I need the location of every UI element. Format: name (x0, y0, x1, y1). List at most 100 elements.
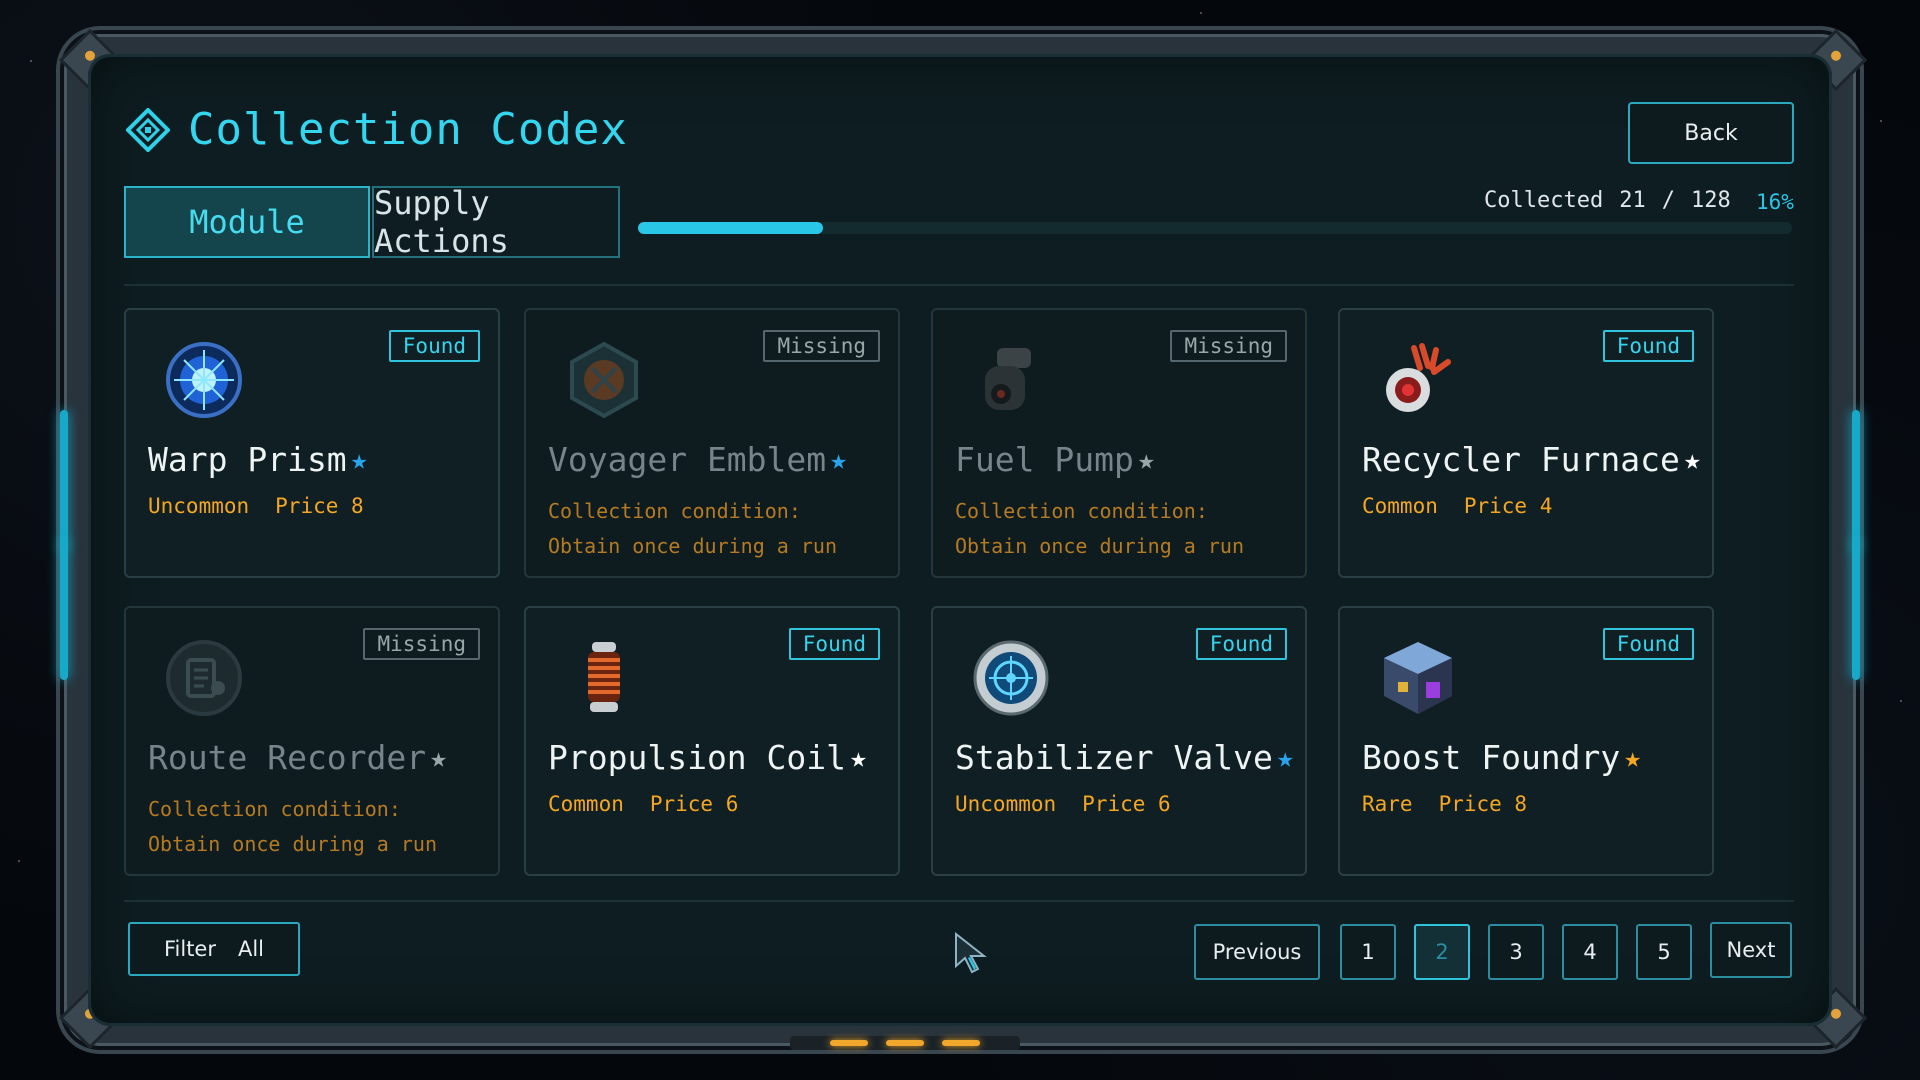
filter-value: All (237, 937, 265, 961)
mouse-cursor-icon (955, 932, 987, 974)
status-badge: Found (388, 330, 480, 362)
item-rarity: Uncommon (148, 494, 250, 518)
item-price: Price 6 (1082, 792, 1171, 816)
filter-label: Filter (163, 937, 216, 961)
item-name: Fuel Pump ★ (955, 440, 1155, 479)
item-name: Route Recorder ★ (148, 738, 447, 777)
side-light (60, 540, 68, 680)
page-button-1[interactable]: 1 (1340, 924, 1396, 980)
header-divider (124, 284, 1794, 286)
item-meta: Common Price 6 (548, 792, 738, 816)
item-name: Boost Foundry ★ (1362, 738, 1641, 777)
star-decoration (1200, 12, 1202, 14)
collection-condition: Collection condition: Obtain once during… (955, 494, 1244, 564)
star-decoration (30, 60, 32, 62)
page-button-4[interactable]: 4 (1562, 924, 1618, 980)
stabilizer-valve-icon (973, 640, 1049, 716)
item-name: Recycler Furnace ★ (1362, 440, 1701, 479)
collected-count: 21 (1619, 188, 1646, 213)
item-name: Propulsion Coil ★ (548, 738, 867, 777)
item-rarity: Common (1362, 494, 1438, 518)
item-card-voyager-emblem[interactable]: Missing Voyager Emblem ★ Collection cond… (524, 308, 900, 578)
recycler-furnace-icon (1386, 343, 1451, 412)
status-badge: Missing (363, 628, 480, 660)
item-name: Voyager Emblem ★ (548, 440, 847, 479)
item-name-text: Voyager Emblem (548, 440, 827, 479)
item-card-recycler-furnace[interactable]: Found Recycler Furnace ★ Common Price 4 (1338, 308, 1714, 578)
item-meta: Common Price 4 (1362, 494, 1552, 518)
item-meta: Uncommon Price 6 (955, 792, 1171, 816)
item-card-warp-prism[interactable]: Found Warp Prism ★ Uncommon Price 8 (124, 308, 500, 578)
collection-condition: Collection condition: Obtain once during… (148, 792, 437, 862)
collection-condition-label: Collection condition: (148, 797, 401, 821)
item-card-route-recorder[interactable]: Missing Route Recorder ★ Collection cond… (124, 606, 500, 876)
star-icon: ★ (1624, 741, 1642, 774)
page-title: Collection Codex (126, 104, 628, 155)
status-badge: Missing (1170, 330, 1287, 362)
route-recorder-icon (166, 640, 242, 716)
item-card-stabilizer-valve[interactable]: Found Stabilizer Valve ★ Uncommon Price … (931, 606, 1307, 876)
footer-divider (124, 900, 1794, 902)
item-name-text: Recycler Furnace (1362, 440, 1680, 479)
star-icon: ★ (830, 443, 848, 476)
bottom-indicator-lights (790, 1036, 1020, 1050)
collected-counter: Collected 21 / 128 (1484, 188, 1731, 213)
status-badge: Missing (763, 330, 880, 362)
tab-module[interactable]: Module (124, 186, 370, 258)
voyager-emblem-icon (570, 341, 638, 419)
collection-condition-label: Collection condition: (548, 499, 801, 523)
collection-condition-text: Obtain once during a run (548, 534, 837, 558)
star-icon: ★ (1137, 443, 1155, 476)
item-rarity: Common (548, 792, 624, 816)
previous-page-button[interactable]: Previous (1194, 924, 1320, 980)
diamond-target-icon (126, 107, 170, 152)
item-price: Price 4 (1463, 494, 1553, 518)
item-rarity: Uncommon (955, 792, 1057, 816)
item-price: Price 8 (1438, 792, 1528, 816)
item-meta: Rare Price 8 (1362, 792, 1527, 816)
item-card-propulsion-coil[interactable]: Found Propulsion Coil ★ Common Price 6 (524, 606, 900, 876)
collection-condition-text: Obtain once during a run (148, 832, 437, 856)
item-rarity: Rare (1362, 792, 1413, 816)
star-decoration (1880, 120, 1882, 122)
star-decoration (18, 860, 20, 862)
filter-button[interactable]: Filter All (128, 922, 300, 976)
page-button-2[interactable]: 2 (1414, 924, 1470, 980)
star-icon: ★ (430, 741, 448, 774)
collection-condition: Collection condition: Obtain once during… (548, 494, 837, 564)
warp-prism-icon (166, 342, 242, 418)
boost-foundry-icon (1384, 642, 1452, 714)
propulsion-coil-icon (588, 642, 620, 712)
collected-total: 128 (1690, 188, 1731, 213)
item-name-text: Boost Foundry (1362, 738, 1621, 777)
item-name-text: Route Recorder (148, 738, 427, 777)
tab-supply-actions[interactable]: Supply Actions (372, 184, 620, 260)
item-name-text: Warp Prism (148, 440, 347, 479)
next-page-button[interactable]: Next (1710, 922, 1792, 978)
item-price: Price 8 (275, 494, 364, 518)
item-card-fuel-pump[interactable]: Missing Fuel Pump ★ Collection condition… (931, 308, 1307, 578)
status-badge: Found (788, 628, 880, 660)
star-icon: ★ (1683, 443, 1701, 476)
star-icon: ★ (1276, 741, 1294, 774)
page-title-text: Collection Codex (188, 104, 628, 155)
item-name: Warp Prism ★ (148, 440, 368, 479)
back-button[interactable]: Back (1628, 102, 1794, 164)
status-badge: Found (1195, 628, 1287, 660)
star-icon: ★ (350, 443, 368, 476)
star-icon: ★ (850, 741, 867, 774)
collected-separator: / (1661, 188, 1675, 213)
fuel-pump-icon (985, 348, 1031, 410)
page-button-3[interactable]: 3 (1488, 924, 1544, 980)
collection-progress-fill (638, 222, 823, 234)
item-name-text: Stabilizer Valve (955, 738, 1273, 777)
status-badge: Found (1602, 628, 1694, 660)
collection-progress-bar (638, 222, 1792, 234)
side-light (1852, 410, 1860, 550)
collection-condition-label: Collection condition: (955, 499, 1208, 523)
collected-percent: 16% (1756, 190, 1794, 214)
item-name-text: Fuel Pump (955, 440, 1134, 479)
item-card-boost-foundry[interactable]: Found Boost Foundry ★ Rare Price 8 (1338, 606, 1714, 876)
page-button-5[interactable]: 5 (1636, 924, 1692, 980)
collected-label: Collected (1484, 188, 1604, 213)
